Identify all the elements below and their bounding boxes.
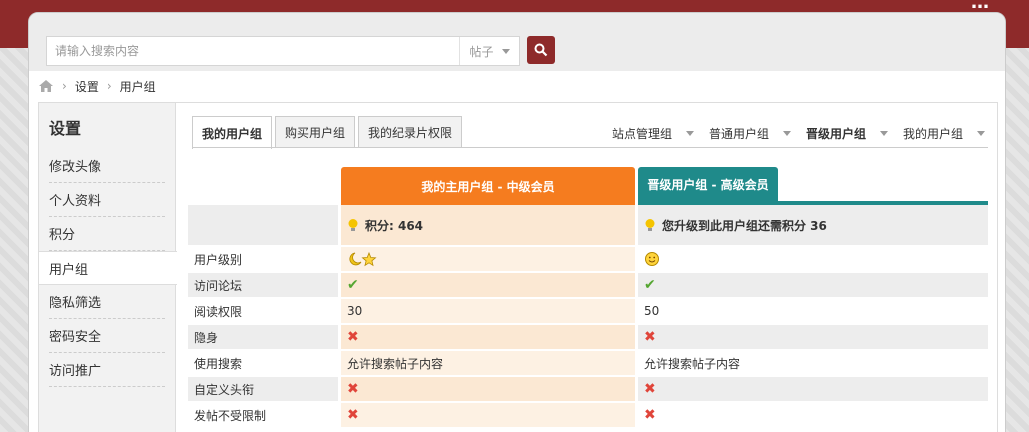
breadcrumb-separator: › xyxy=(106,79,112,93)
table-row: 隐身 ✖ ✖ xyxy=(188,325,988,349)
breadcrumb: › 设置 › 用户组 xyxy=(38,77,156,95)
table-cell-label: 自定义头衔 xyxy=(188,377,338,401)
cross-icon: ✖ xyxy=(644,407,656,423)
points-current: 积分: 464 xyxy=(341,205,635,245)
table-cell-label: 访问论坛 xyxy=(188,273,338,297)
search-box: 帖子 xyxy=(46,36,520,66)
tab-my-usergroup[interactable]: 我的用户组 xyxy=(192,116,273,149)
table-cell-upgrade: ✖ xyxy=(638,403,988,427)
chevron-down-icon xyxy=(685,131,694,136)
content-area: 设置 修改头像 个人资料 积分 用户组 隐私筛选 密码安全 访问推广 我的用户组… xyxy=(38,102,998,432)
points-needed: 您升级到此用户组还需积分 36 xyxy=(638,205,988,245)
chevron-down-icon xyxy=(879,131,888,136)
sidebar-item-privacy[interactable]: 隐私筛选 xyxy=(49,285,165,319)
table-cell-current: 30 xyxy=(341,299,635,323)
group-nav-normal[interactable]: 普通用户组 xyxy=(709,125,791,142)
table-cell-current: ✔ xyxy=(341,273,635,297)
chevron-down-icon xyxy=(501,48,510,54)
table-cell-label: 用户级别 xyxy=(194,252,243,267)
table-cell-current: ✖ xyxy=(341,377,635,401)
table-cell-upgrade: ✖ xyxy=(638,377,988,401)
breadcrumb-separator: › xyxy=(62,79,67,93)
search-icon xyxy=(534,43,548,57)
check-icon: ✔ xyxy=(644,277,656,293)
upgrade-group-header[interactable]: 晋级用户组 - 高级会员 xyxy=(638,167,778,202)
table-cell-label xyxy=(188,205,338,245)
search-input[interactable] xyxy=(47,37,459,65)
group-nav-upgrade[interactable]: 晋级用户组 xyxy=(806,125,888,142)
home-icon[interactable] xyxy=(38,79,54,93)
check-icon: ✔ xyxy=(347,277,359,293)
lightbulb-icon xyxy=(645,219,655,231)
table-cell-label: 使用搜索 xyxy=(194,356,243,371)
table-cell-current: ✖ xyxy=(341,325,635,349)
sidebar-item-password[interactable]: 密码安全 xyxy=(49,319,165,353)
group-nav-label: 普通用户组 xyxy=(708,127,769,141)
search-button[interactable] xyxy=(527,36,555,64)
group-nav-label: 站点管理组 xyxy=(611,127,672,141)
table-row: 阅读权限 30 50 xyxy=(188,299,988,323)
sidebar-item-promotion[interactable]: 访问推广 xyxy=(49,353,165,387)
moon-star-icon xyxy=(349,251,377,267)
cross-icon: ✖ xyxy=(347,329,359,345)
cross-icon: ✖ xyxy=(347,381,359,397)
sidebar-item-avatar[interactable]: 修改头像 xyxy=(49,149,165,183)
current-group-header: 我的主用户组 - 中级会员 xyxy=(341,167,635,205)
main-panel: 帖子 › 设置 › 用户组 设置 修改头像 个人资料 积分 用户组 隐私筛选 密… xyxy=(28,12,1006,432)
sidebar: 设置 修改头像 个人资料 积分 用户组 隐私筛选 密码安全 访问推广 xyxy=(39,103,177,432)
table-row: 用户级别 xyxy=(188,247,988,271)
points-current-text: 积分: 464 xyxy=(365,218,424,233)
table-row: 使用搜索 允许搜索帖子内容 允许搜索帖子内容 xyxy=(188,351,988,375)
table-cell-upgrade: 允许搜索帖子内容 xyxy=(644,356,741,371)
table-cell-current: ✖ xyxy=(341,403,635,427)
search-bar: 帖子 xyxy=(29,13,1005,71)
table-row: 发帖不受限制 ✖ ✖ xyxy=(188,403,988,427)
table-cell-label: 阅读权限 xyxy=(194,304,243,319)
table-cell-current xyxy=(341,247,635,271)
breadcrumb-item-usergroup[interactable]: 用户组 xyxy=(120,78,156,95)
table-cell-upgrade xyxy=(638,247,988,271)
breadcrumb-item-settings[interactable]: 设置 xyxy=(75,78,99,95)
smiley-icon xyxy=(645,252,659,266)
cross-icon: ✖ xyxy=(644,329,656,345)
sidebar-item-points[interactable]: 积分 xyxy=(49,217,165,251)
table-cell-current: 允许搜索帖子内容 xyxy=(341,351,635,375)
sidebar-item-profile[interactable]: 个人资料 xyxy=(49,183,165,217)
cross-icon: ✖ xyxy=(644,381,656,397)
tab-documentary-permission[interactable]: 我的纪录片权限 xyxy=(358,116,463,148)
chevron-down-icon xyxy=(977,131,985,136)
group-nav: 站点管理组 普通用户组 晋级用户组 我的用户组 xyxy=(612,125,985,142)
sidebar-item-usergroup[interactable]: 用户组 xyxy=(39,251,177,285)
search-type-label: 帖子 xyxy=(469,44,494,59)
table-row: 访问论坛 ✔ ✔ xyxy=(188,273,988,297)
table-cell-upgrade: ✖ xyxy=(638,325,988,349)
group-nav-mine[interactable]: 我的用户组 xyxy=(903,125,985,142)
chevron-down-icon xyxy=(782,131,791,136)
table-cell-label: 发帖不受限制 xyxy=(194,408,267,423)
table-cell-upgrade: 50 xyxy=(644,304,660,318)
tab-bar: 我的用户组 购买用户组 我的纪录片权限 xyxy=(192,116,463,149)
main-content: 我的用户组 购买用户组 我的纪录片权限 站点管理组 普通用户组 晋级用户组 我的… xyxy=(176,103,999,432)
sidebar-title: 设置 xyxy=(49,119,82,138)
cross-icon: ✖ xyxy=(347,407,359,423)
points-needed-text: 您升级到此用户组还需积分 36 xyxy=(662,218,827,233)
search-type-select[interactable]: 帖子 xyxy=(459,37,519,65)
group-nav-admin[interactable]: 站点管理组 xyxy=(612,125,694,142)
tab-divider xyxy=(192,147,988,148)
table-cell-label: 隐身 xyxy=(188,325,338,349)
lightbulb-icon xyxy=(348,219,358,231)
group-nav-label: 我的用户组 xyxy=(902,127,963,141)
group-nav-label: 晋级用户组 xyxy=(805,127,866,141)
table-row: 自定义头衔 ✖ ✖ xyxy=(188,377,988,401)
points-row: 积分: 464 您升级到此用户组还需积分 36 xyxy=(188,205,988,245)
tab-buy-usergroup[interactable]: 购买用户组 xyxy=(275,116,356,148)
table-cell-upgrade: ✔ xyxy=(638,273,988,297)
